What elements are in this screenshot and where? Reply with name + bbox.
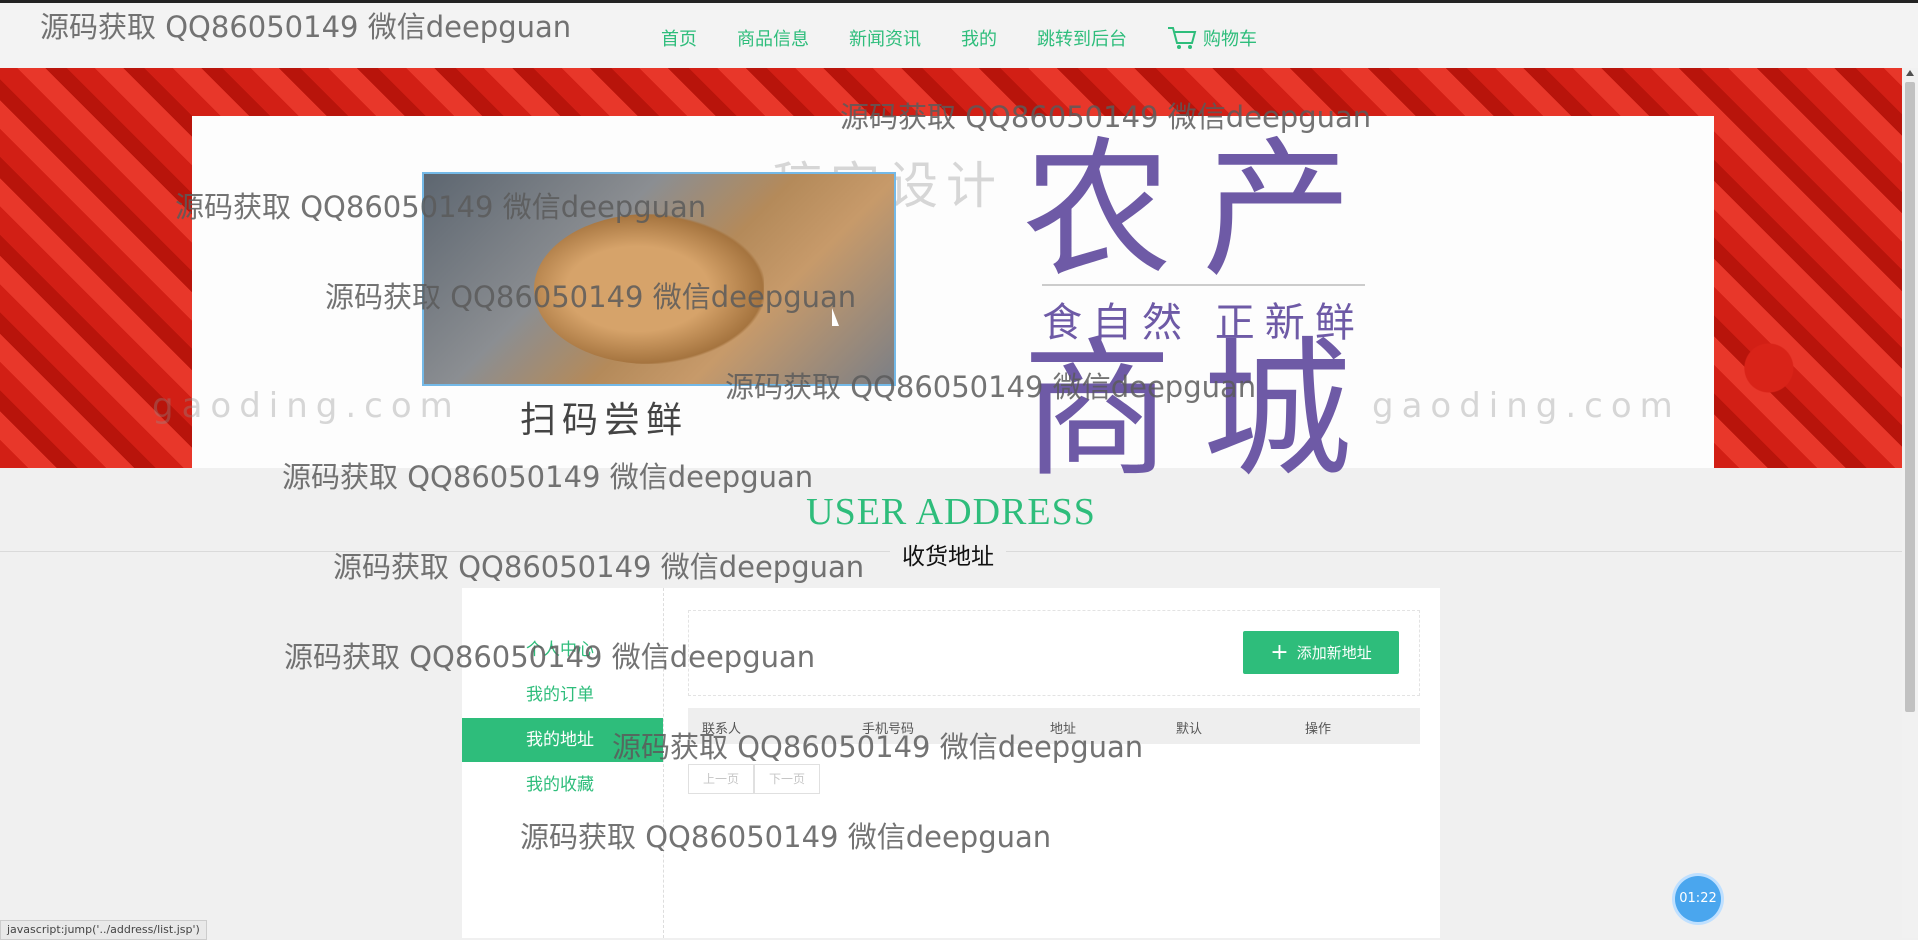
banner-poster: 稿定设计 gaoding.com gaoding.com 扫码尝鲜 农产 食自然… bbox=[152, 116, 1714, 486]
sidebar-item-address[interactable]: 我的地址 bbox=[462, 718, 663, 762]
hero-banner: 稿定设计 gaoding.com gaoding.com 扫码尝鲜 农产 食自然… bbox=[0, 68, 1902, 486]
timer-badge[interactable]: 01:22 bbox=[1675, 876, 1721, 922]
dog-image bbox=[534, 214, 764, 364]
section-title-en: USER ADDRESS bbox=[806, 491, 1096, 533]
col-default: 默认 bbox=[1176, 722, 1203, 737]
next-page-button[interactable]: 下一页 bbox=[754, 764, 820, 794]
mouse-cursor-icon bbox=[832, 308, 839, 326]
scroll-thumb[interactable] bbox=[1905, 82, 1915, 712]
sidebar-item-favorites[interactable]: 我的收藏 bbox=[462, 763, 663, 807]
sidebar-item-orders[interactable]: 我的订单 bbox=[462, 673, 663, 717]
pagination: 上一页 下一页 bbox=[688, 764, 820, 794]
prev-page-button[interactable]: 上一页 bbox=[688, 764, 754, 794]
poster-title-line2: 商城 bbox=[1022, 324, 1383, 498]
add-address-button[interactable]: + 添加新地址 bbox=[1243, 631, 1399, 674]
address-table-header: 联系人 手机号码 地址 默认 操作 bbox=[688, 708, 1420, 744]
status-bar-url: javascript:jump('../address/list.jsp') bbox=[0, 920, 207, 940]
address-toolbar: + 添加新地址 bbox=[688, 610, 1420, 696]
poster-title-line1: 农产 bbox=[1022, 124, 1383, 298]
nav-news[interactable]: 新闻资讯 bbox=[849, 25, 921, 51]
nav-mine[interactable]: 我的 bbox=[961, 25, 997, 51]
account-panel: 个人中心 我的订单 我的地址 我的收藏 + 添加新地址 联系人 手机号码 地址 … bbox=[462, 588, 1440, 938]
col-phone: 手机号码 bbox=[862, 722, 915, 737]
col-actions: 操作 bbox=[1305, 722, 1332, 737]
account-sidebar: 个人中心 我的订单 我的地址 我的收藏 bbox=[462, 588, 664, 938]
nav-admin[interactable]: 跳转到后台 bbox=[1037, 25, 1127, 51]
add-address-label: 添加新地址 bbox=[1296, 644, 1372, 662]
cart-icon bbox=[1168, 27, 1197, 49]
nav-home[interactable]: 首页 bbox=[661, 25, 697, 51]
col-contact: 联系人 bbox=[702, 722, 742, 737]
poster-logo-watermark-url-2: gaoding.com bbox=[1372, 386, 1681, 426]
section-title-cn: 收货地址 bbox=[890, 537, 1006, 571]
cart-label: 购物车 bbox=[1203, 29, 1257, 50]
scan-label: 扫码尝鲜 bbox=[520, 400, 689, 441]
plus-icon: + bbox=[1270, 639, 1289, 665]
page-scrollbar[interactable] bbox=[1902, 68, 1918, 938]
sidebar-item-profile[interactable]: 个人中心 bbox=[462, 628, 663, 672]
scroll-up-arrow-icon[interactable] bbox=[1906, 70, 1914, 76]
main-nav: 首页 商品信息 新闻资讯 我的 跳转到后台 购物车 bbox=[661, 25, 1297, 51]
poster-photo bbox=[422, 172, 896, 386]
top-header: 首页 商品信息 新闻资讯 我的 跳转到后台 购物车 bbox=[0, 3, 1918, 68]
nav-cart[interactable]: 购物车 bbox=[1167, 25, 1257, 51]
nav-products[interactable]: 商品信息 bbox=[737, 25, 809, 51]
poster-logo-watermark-url: gaoding.com bbox=[152, 386, 461, 426]
col-address: 地址 bbox=[1050, 722, 1077, 737]
